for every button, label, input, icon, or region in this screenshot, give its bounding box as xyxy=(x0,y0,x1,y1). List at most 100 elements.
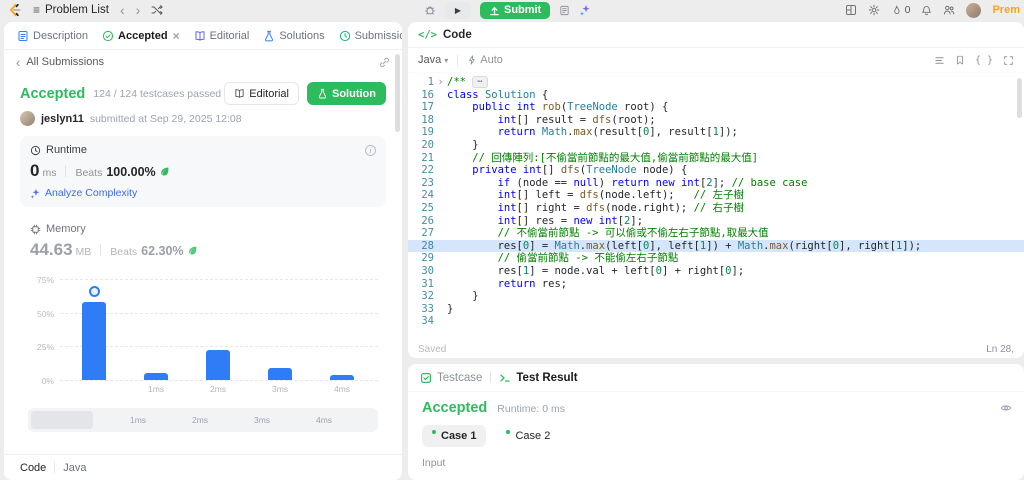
tab-accepted[interactable]: Accepted × xyxy=(97,29,185,43)
user-avatar[interactable] xyxy=(966,2,982,18)
run-button[interactable]: ▶ xyxy=(445,1,471,19)
code-editor[interactable]: 1 ›/** ⋯ 16 class Solution {17 public int r… xyxy=(408,73,1024,340)
chart-gridline xyxy=(60,312,378,314)
bell-icon[interactable] xyxy=(921,5,932,16)
code-line[interactable]: 34 xyxy=(408,315,1024,328)
chart-x-label: 1ms xyxy=(147,384,165,394)
chart-bar-2ms[interactable] xyxy=(206,350,230,380)
prev-problem-button[interactable]: ‹ xyxy=(120,3,125,17)
code-line[interactable]: 16 class Solution { xyxy=(408,89,1024,102)
code-line[interactable]: 32 } xyxy=(408,290,1024,303)
code-line[interactable]: 21 // 回傳陣列:[不偷當前節點的最大值,偷當前節點的最大值] xyxy=(408,152,1024,165)
chart-gridline xyxy=(60,278,378,280)
submitter-avatar[interactable] xyxy=(20,111,35,126)
tab-solutions[interactable]: Solutions xyxy=(258,30,329,42)
close-tab-icon[interactable]: × xyxy=(173,29,180,43)
case-1-button[interactable]: Case 1 xyxy=(422,425,487,447)
brush-label: 2ms xyxy=(192,415,209,425)
problem-list-label: Problem List xyxy=(45,4,109,16)
collaboration-icon[interactable] xyxy=(943,4,955,16)
brush-label: 3ms xyxy=(254,415,271,425)
left-panel-scrollbar[interactable] xyxy=(395,54,400,132)
debug-icon[interactable] xyxy=(424,4,436,16)
folded-code-chip[interactable]: ⋯ xyxy=(472,76,488,88)
code-line[interactable]: 18 int[] result = dfs(root); xyxy=(408,114,1024,127)
code-editor-panel: </> Code Java ▾ Auto { } 1 › /** ⋯ 16 cl… xyxy=(408,22,1024,358)
analyze-complexity-link[interactable]: Analyze Complexity xyxy=(30,187,376,199)
next-problem-button[interactable]: › xyxy=(136,3,141,17)
eye-icon[interactable] xyxy=(1000,402,1012,414)
brush-selection[interactable] xyxy=(31,411,93,429)
code-line[interactable]: 26 int[] res = new int[2]; xyxy=(408,215,1024,228)
info-icon[interactable]: i xyxy=(365,144,376,156)
all-submissions-label: All Submissions xyxy=(26,56,104,68)
chart-bar-3ms[interactable] xyxy=(268,367,292,380)
ai-sparkle-icon[interactable] xyxy=(579,4,591,16)
auto-label: Auto xyxy=(480,54,503,66)
code-line[interactable]: 17 public int rob(TreeNode root) { xyxy=(408,101,1024,114)
tab-test-result[interactable]: Test Result xyxy=(499,372,578,384)
case-2-button[interactable]: Case 2 xyxy=(496,425,560,447)
upload-icon xyxy=(489,5,500,16)
code-line[interactable]: 31 return res; xyxy=(408,278,1024,291)
shuffle-icon[interactable] xyxy=(151,4,163,16)
divider xyxy=(65,165,67,177)
editorial-button[interactable]: Editorial xyxy=(224,82,299,105)
code-line[interactable]: 1 ›/** ⋯ xyxy=(408,76,1024,89)
copy-link-icon[interactable] xyxy=(379,57,390,68)
layout-icon[interactable] xyxy=(845,4,857,16)
code-line[interactable]: 33} xyxy=(408,303,1024,316)
fullscreen-icon[interactable] xyxy=(1003,55,1014,66)
case-tabs: Case 1 Case 2 xyxy=(422,425,1010,447)
submit-button[interactable]: Submit xyxy=(480,1,551,19)
code-line[interactable]: 30 res[1] = node.val + left[0] + right[0… xyxy=(408,265,1024,278)
saved-status: Saved xyxy=(418,343,447,355)
tab-submissions[interactable]: Submissions xyxy=(334,30,402,42)
settings-gear-icon[interactable] xyxy=(868,4,880,16)
code-brackets-icon: </> xyxy=(418,28,437,41)
streak-counter[interactable]: 0 xyxy=(891,4,910,16)
lightning-icon xyxy=(467,55,477,65)
problem-list-button[interactable]: ≡ Problem List xyxy=(33,3,109,17)
input-label: Input xyxy=(422,457,446,469)
premium-button[interactable]: Prem xyxy=(992,4,1020,16)
tab-description[interactable]: Description xyxy=(12,30,93,42)
memory-card[interactable]: Memory 44.63 MB Beats 62.30% xyxy=(20,215,386,260)
code-line[interactable]: 22 private int[] dfs(TreeNode node) { xyxy=(408,164,1024,177)
language-selector[interactable]: Java ▾ xyxy=(418,54,448,66)
code-line[interactable]: 27 // 不偷當前節點 -> 可以偷或不偷左右子節點,取最大值 xyxy=(408,227,1024,240)
editorial-button-label: Editorial xyxy=(249,87,289,100)
chart-bar-1ms[interactable] xyxy=(144,373,168,380)
code-line[interactable]: 25 int[] right = dfs(node.right); // 右子樹 xyxy=(408,202,1024,215)
editor-scrollbar[interactable] xyxy=(1017,78,1022,118)
runtime-chart-plot: 75% 50% 25% 0% 1ms 2ms 3ms 4ms xyxy=(37,272,378,394)
code-line[interactable]: 29 // 偷當前節點 -> 不能偷左右子節點 xyxy=(408,252,1024,265)
code-line[interactable]: 24 int[] left = dfs(node.left); // 左子樹 xyxy=(408,189,1024,202)
tab-testcase[interactable]: Testcase xyxy=(420,372,482,384)
chart-bar-4ms[interactable] xyxy=(330,374,354,380)
submitter-username[interactable]: jeslyn11 xyxy=(41,113,84,125)
code-line[interactable]: 19 return Math.max(result[0], result[1])… xyxy=(408,126,1024,139)
notes-icon[interactable] xyxy=(559,5,570,16)
leetcode-logo[interactable] xyxy=(8,3,22,17)
solution-button-label: Solution xyxy=(332,87,376,100)
divider xyxy=(457,54,459,66)
case-dot xyxy=(506,430,511,434)
bookmark-icon[interactable] xyxy=(955,55,965,65)
chart-brush[interactable]: 1ms 2ms 3ms 4ms xyxy=(28,408,378,432)
chart-x-label: 2ms xyxy=(209,384,227,394)
auto-toggle[interactable]: Auto xyxy=(467,54,503,66)
chart-bar-0ms[interactable] xyxy=(82,301,106,380)
format-icon[interactable] xyxy=(934,55,945,66)
tab-editorial[interactable]: Editorial xyxy=(189,30,255,42)
workspace: Description Accepted × Editorial Solutio… xyxy=(0,20,1024,480)
code-line[interactable]: 23 if (node == null) return new int[2]; … xyxy=(408,177,1024,190)
back-chevron-icon: ‹ xyxy=(16,54,21,70)
solution-button[interactable]: Solution xyxy=(307,82,386,105)
code-line[interactable]: 28 res[0] = Math.max(left[0], left[1]) +… xyxy=(408,239,1024,253)
runtime-card[interactable]: Runtime i 0 ms Beats 100.00% Analyze Com… xyxy=(20,136,386,207)
braces-icon[interactable]: { } xyxy=(975,55,993,66)
code-line[interactable]: 20 } xyxy=(408,139,1024,152)
runtime-title: Runtime xyxy=(46,144,87,156)
all-submissions-link[interactable]: ‹ All Submissions xyxy=(4,50,402,74)
